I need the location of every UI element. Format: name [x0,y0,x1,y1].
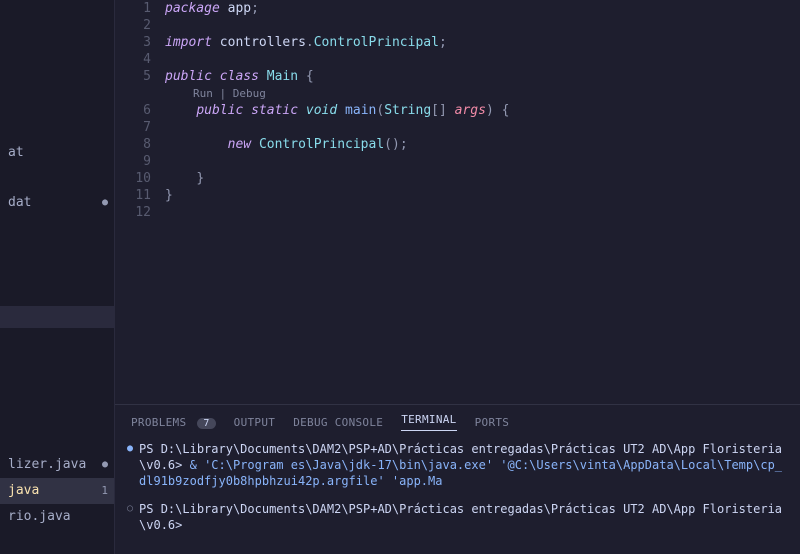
sidebar-selection-bar [0,306,114,328]
line-number: 8 [115,136,151,153]
line-number: 6 [115,102,151,119]
code-editor[interactable]: 123456789101112 package app;import contr… [115,0,800,404]
file-item[interactable]: rio.java [0,504,114,530]
tab-ports[interactable]: PORTS [475,416,510,429]
line-number: 12 [115,204,151,221]
code-content[interactable]: package app; import controllers.ControlPr… [165,0,800,404]
problems-count-badge: 7 [197,418,215,429]
code-line[interactable] [165,153,800,170]
file-item[interactable]: dat [0,190,114,216]
code-line[interactable]: new ControlPrincipal(); [165,136,800,153]
panel-tab-bar: PROBLEMS 7 OUTPUT DEBUG CONSOLE TERMINAL… [115,405,800,437]
line-number: 3 [115,34,151,51]
tab-problems-label: PROBLEMS [131,416,186,429]
file-item[interactable]: lizer.java [0,452,114,478]
bottom-panel: PROBLEMS 7 OUTPUT DEBUG CONSOLE TERMINAL… [115,404,800,554]
terminal-text: PS D:\Library\Documents\DAM2\PSP+AD\Prác… [139,441,788,489]
file-item[interactable]: at [0,140,114,166]
prompt-idle-icon: ○ [127,501,133,517]
terminal-command: & 'C:\Program es\Java\jdk-17\bin\java.ex… [139,458,782,488]
line-number: 11 [115,187,151,204]
code-line[interactable]: } [165,170,800,187]
terminal-prompt: PS D:\Library\Documents\DAM2\PSP+AD\Prác… [139,501,788,533]
line-number: 2 [115,17,151,34]
line-number-gutter: 123456789101112 [115,0,165,404]
code-line[interactable]: public class Main { [165,68,800,85]
file-item[interactable]: java1 [0,478,114,504]
prompt-active-icon: ● [127,441,133,457]
file-explorer-sidebar: at dat lizer.javajava1rio.java [0,0,115,554]
code-line[interactable]: package app; [165,0,800,17]
line-number: 10 [115,170,151,187]
tab-debug-console[interactable]: DEBUG CONSOLE [293,416,383,429]
line-number: 1 [115,0,151,17]
code-line[interactable] [165,204,800,221]
terminal-line: ● PS D:\Library\Documents\DAM2\PSP+AD\Pr… [127,441,788,489]
tab-output[interactable]: OUTPUT [234,416,276,429]
tab-problems[interactable]: PROBLEMS 7 [131,416,216,429]
code-line[interactable]: public static void main(String[] args) { [165,102,800,119]
codelens-run-debug[interactable]: Run | Debug [165,85,800,102]
sidebar-bottom-section: lizer.javajava1rio.java [0,452,114,530]
terminal-view[interactable]: ● PS D:\Library\Documents\DAM2\PSP+AD\Pr… [115,437,800,554]
line-number: 9 [115,153,151,170]
code-line[interactable] [165,51,800,68]
terminal-line: ○ PS D:\Library\Documents\DAM2\PSP+AD\Pr… [127,501,788,533]
code-line[interactable] [165,17,800,34]
main-area: 123456789101112 package app;import contr… [115,0,800,554]
line-number: 4 [115,51,151,68]
line-number: 7 [115,119,151,136]
sidebar-top-section: at dat [0,0,114,216]
code-line[interactable]: import controllers.ControlPrincipal; [165,34,800,51]
file-diagnostic-count: 1 [101,480,108,502]
code-line[interactable] [165,119,800,136]
tab-terminal[interactable]: TERMINAL [401,413,456,431]
code-line[interactable]: } [165,187,800,204]
line-number: 5 [115,68,151,85]
